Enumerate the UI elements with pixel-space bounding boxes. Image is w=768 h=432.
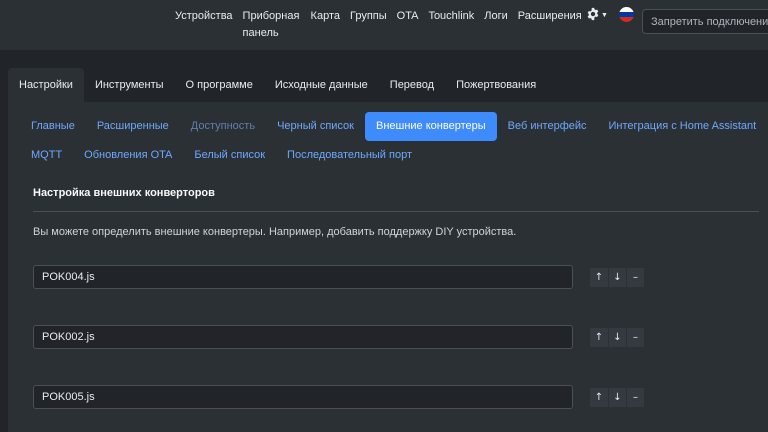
nav-link-extensions[interactable]: Расширения [513, 8, 587, 42]
nav-link-touchlink[interactable]: Touchlink [423, 8, 479, 42]
permit-join-input[interactable] [642, 9, 768, 34]
subtab-advanced[interactable]: Расширенные [86, 112, 180, 141]
tab-translate[interactable]: Перевод [379, 68, 445, 102]
converter-input[interactable] [33, 325, 573, 349]
converter-actions: ↑ ↓ – [590, 328, 644, 347]
section-title: Настройка внешних конверторов [33, 187, 215, 199]
subtab-frontend[interactable]: Веб интерфейс [497, 112, 598, 141]
subtab-passlist[interactable]: Белый список [183, 141, 276, 170]
move-up-button[interactable]: ↑ [590, 388, 608, 407]
main-tabs: Настройки Инструменты О программе Исходн… [8, 68, 547, 102]
nav-link-map[interactable]: Карта [306, 8, 345, 42]
subtab-home-assistant[interactable]: Интеграция с Home Assistant [598, 112, 768, 141]
move-down-button[interactable]: ↓ [608, 268, 626, 287]
language-selector[interactable] [619, 7, 634, 22]
nav-link-devices[interactable]: Устройства [170, 8, 238, 42]
russia-flag-icon [619, 7, 634, 22]
section-description: Вы можете определить внешние конвертеры.… [33, 226, 517, 238]
chevron-down-icon: ▼ [601, 11, 608, 19]
move-down-button[interactable]: ↓ [608, 388, 626, 407]
tab-tools[interactable]: Инструменты [84, 68, 175, 102]
top-navbar: Устройства Приборная панель Карта Группы… [0, 0, 768, 50]
tab-raw-data[interactable]: Исходные данные [264, 68, 379, 102]
subtab-serial-port[interactable]: Последовательный порт [276, 141, 423, 170]
settings-subtabs: Главные Расширенные Доступность Черный с… [20, 112, 768, 170]
subtab-blocklist[interactable]: Черный список [266, 112, 365, 141]
converter-row: ↑ ↓ – [33, 265, 653, 291]
converter-row: ↑ ↓ – [33, 325, 653, 351]
subtab-mqtt[interactable]: MQTT [20, 141, 73, 170]
converter-row: ↑ ↓ – [33, 385, 653, 411]
nav-link-logs[interactable]: Логи [479, 8, 513, 42]
settings-menu-button[interactable]: ▼ [586, 6, 608, 24]
subtab-ota-updates[interactable]: Обновления OTA [73, 141, 183, 170]
converter-input[interactable] [33, 265, 573, 289]
move-up-button[interactable]: ↑ [590, 268, 608, 287]
tab-settings[interactable]: Настройки [8, 68, 84, 102]
move-down-button[interactable]: ↓ [608, 328, 626, 347]
move-up-button[interactable]: ↑ [590, 328, 608, 347]
nav-link-dashboard[interactable]: Приборная панель [238, 8, 306, 42]
section-divider [33, 211, 759, 212]
nav-link-groups[interactable]: Группы [345, 8, 392, 42]
subtab-main[interactable]: Главные [20, 112, 86, 141]
remove-button[interactable]: – [626, 328, 644, 347]
remove-button[interactable]: – [626, 388, 644, 407]
nav-links: Устройства Приборная панель Карта Группы… [170, 8, 587, 42]
converter-input[interactable] [33, 385, 573, 409]
subtab-availability[interactable]: Доступность [180, 112, 266, 141]
settings-card: Главные Расширенные Доступность Черный с… [8, 102, 768, 432]
tab-about[interactable]: О программе [175, 68, 264, 102]
tab-donate[interactable]: Пожертвования [445, 68, 547, 102]
subtab-external-converters[interactable]: Внешние конвертеры [364, 112, 497, 141]
nav-link-ota[interactable]: OTA [392, 8, 424, 42]
gear-icon [586, 7, 600, 24]
converter-actions: ↑ ↓ – [590, 388, 644, 407]
remove-button[interactable]: – [626, 268, 644, 287]
converter-actions: ↑ ↓ – [590, 268, 644, 287]
